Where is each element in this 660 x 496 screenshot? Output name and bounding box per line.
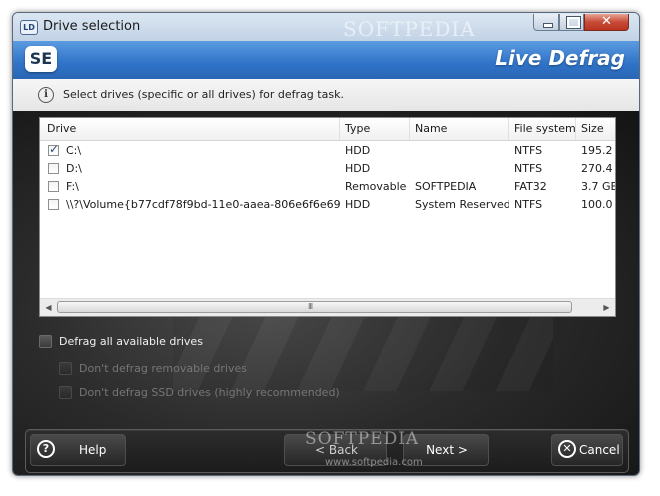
close-button[interactable]: ✕ [584, 14, 629, 31]
table-header: Drive Type Name File system Size [40, 118, 615, 141]
defrag-all-checkbox[interactable] [39, 335, 52, 348]
column-header-file-system[interactable]: File system [509, 118, 576, 140]
cell-name [410, 160, 509, 178]
title-bar[interactable]: LD Drive selection SOFTPEDIA ✕ [13, 13, 639, 41]
column-header-type[interactable]: Type [340, 118, 410, 140]
close-icon: ✕ [601, 14, 612, 29]
se-logo: SE [25, 46, 57, 72]
cell-type: Removable [345, 180, 407, 193]
drive-table: Drive Type Name File system Size ✓ C:\ H… [39, 117, 616, 317]
column-header-size[interactable]: Size [576, 118, 615, 140]
info-text: Select drives (specific or all drives) f… [63, 88, 344, 101]
minimize-button[interactable] [533, 14, 559, 31]
cell-type: HDD [345, 162, 371, 175]
table-row[interactable]: ✓ C:\ HDD NTFS 195.2 G [40, 142, 615, 160]
cell-name: System Reserved [415, 198, 509, 211]
cell-type: HDD [345, 198, 371, 211]
skip-removable-checkbox [59, 362, 72, 375]
cell-file-system: NTFS [514, 162, 543, 175]
cell-type: HDD [345, 144, 371, 157]
column-header-drive[interactable]: Drive [40, 118, 340, 140]
defrag-all-label[interactable]: Defrag all available drives [59, 334, 203, 349]
header-band: SE Live Defrag [13, 41, 639, 79]
cell-drive: C:\ [66, 144, 82, 157]
softpedia-url: www.softpedia.com [325, 457, 423, 468]
brand-title: Live Defrag [495, 46, 625, 70]
help-icon: ? [37, 440, 55, 458]
skip-ssd-checkbox [59, 386, 72, 399]
maximize-button[interactable] [559, 14, 584, 31]
table-row[interactable]: F:\ Removable SOFTPEDIA FAT32 3.7 GB [40, 178, 615, 196]
grip-icon: III [308, 302, 313, 311]
cell-drive: D:\ [66, 162, 82, 175]
cell-name: SOFTPEDIA [415, 180, 477, 193]
cell-size: 270.4 G [581, 162, 615, 175]
window-title: Drive selection [43, 19, 141, 34]
skip-ssd-label: Don't defrag SSD drives (highly recommen… [79, 386, 340, 399]
cell-size: 195.2 G [581, 144, 615, 157]
title-watermark: SOFTPEDIA [343, 17, 476, 41]
column-header-name[interactable]: Name [410, 118, 509, 140]
cell-file-system: NTFS [514, 198, 543, 211]
help-label: Help [79, 443, 107, 457]
scrollbar-thumb[interactable]: III [57, 301, 572, 313]
scroll-right-icon[interactable]: ▶ [598, 299, 615, 316]
softpedia-watermark: SOFTPEDIA [305, 429, 420, 449]
scroll-left-icon[interactable]: ◀ [40, 299, 57, 316]
info-bar: i Select drives (specific or all drives)… [13, 79, 639, 112]
cell-file-system: NTFS [514, 144, 543, 157]
table-row[interactable]: D:\ HDD NTFS 270.4 G [40, 160, 615, 178]
drive-selection-window: LD Drive selection SOFTPEDIA ✕ SE Live D… [12, 12, 640, 476]
table-row[interactable]: \\?\Volume{b77cdf78f9bd-11e0-aaea-806e6f… [40, 196, 615, 214]
cancel-button[interactable]: ✕ Cancel [551, 434, 623, 466]
app-icon: LD [20, 20, 38, 35]
cancel-label: Cancel [579, 443, 620, 457]
cell-size: 3.7 GB [581, 180, 615, 193]
horizontal-scrollbar[interactable]: ◀ III ▶ [40, 298, 615, 316]
info-icon: i [38, 87, 54, 103]
cell-drive: F:\ [66, 180, 79, 193]
help-button[interactable]: ? Help [30, 434, 126, 466]
skip-removable-label: Don't defrag removable drives [79, 362, 247, 375]
cell-name [410, 142, 509, 160]
cancel-icon: ✕ [558, 440, 576, 458]
cell-file-system: FAT32 [514, 180, 547, 193]
cell-size: 100.0 M [581, 198, 615, 211]
content-area: Drive Type Name File system Size ✓ C:\ H… [13, 111, 639, 475]
cell-drive: \\?\Volume{b77cdf78f9bd-11e0-aaea-806e6f… [66, 198, 340, 211]
